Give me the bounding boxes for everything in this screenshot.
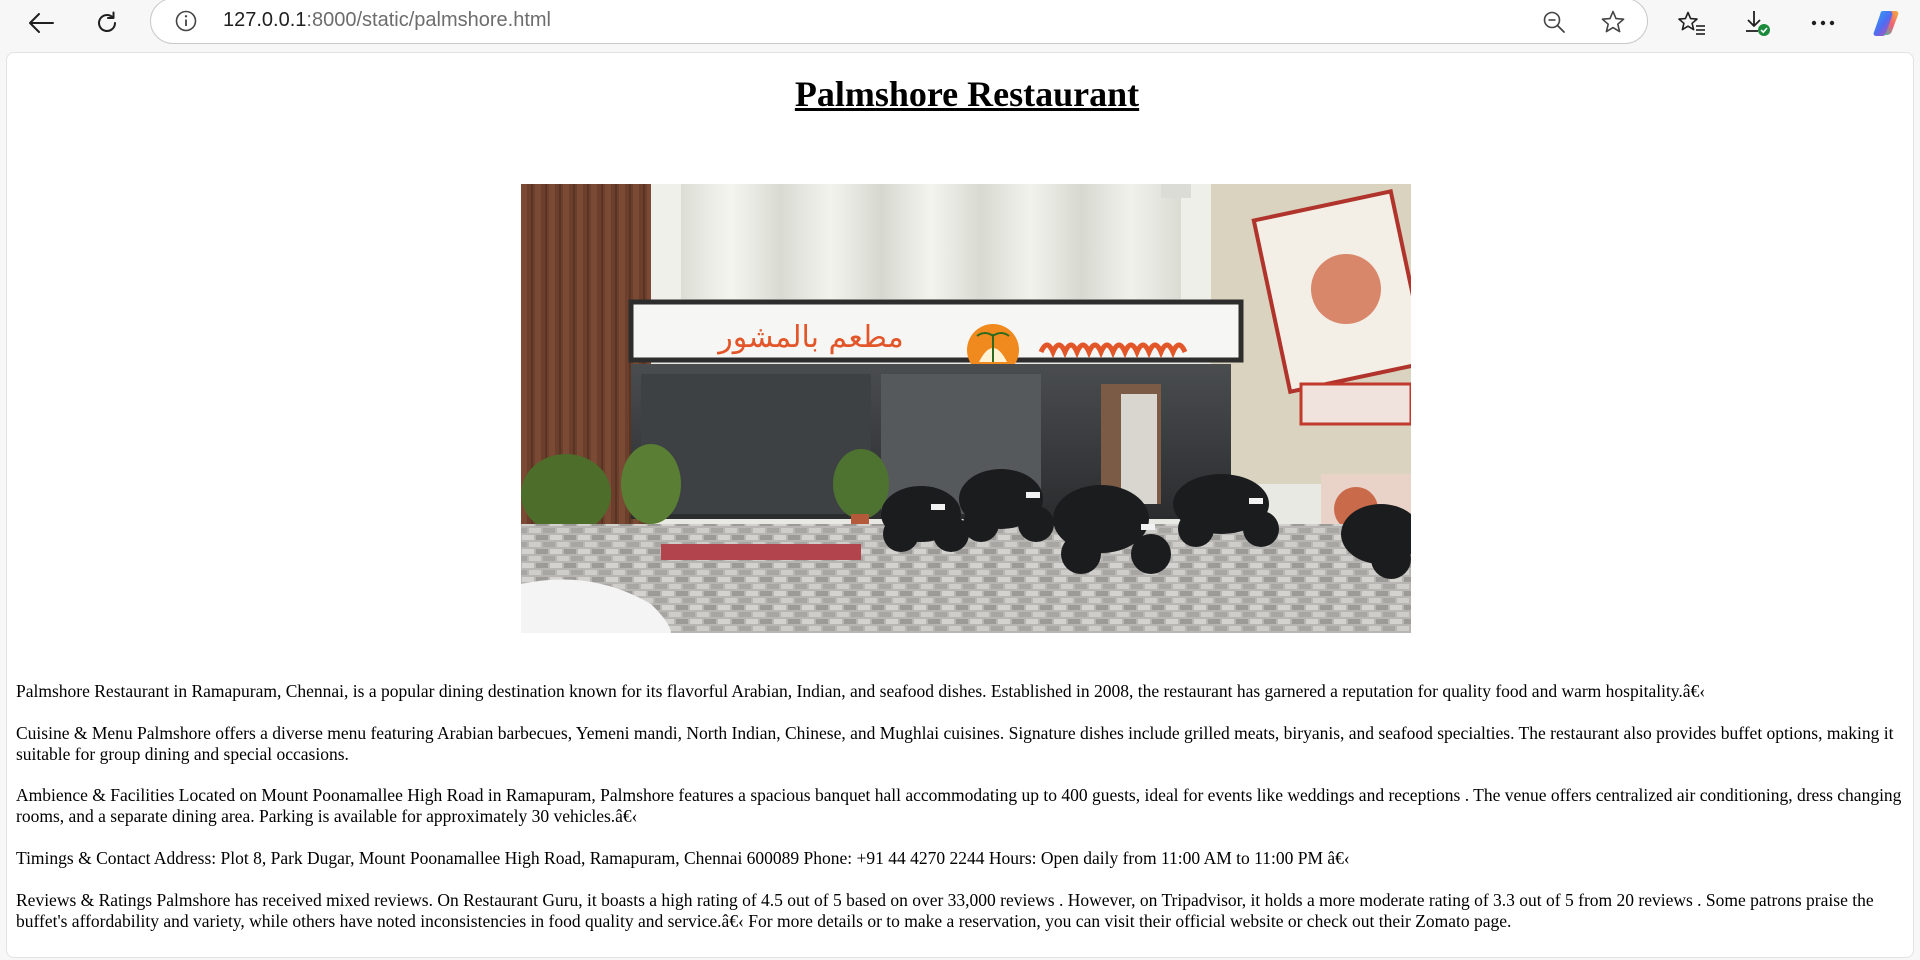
downloads-icon bbox=[1746, 11, 1770, 36]
restaurant-photo: مطعم بالمشور bbox=[521, 184, 1411, 633]
refresh-icon bbox=[98, 11, 116, 32]
back-arrow-icon bbox=[29, 13, 54, 33]
site-info-button[interactable] bbox=[175, 10, 197, 32]
ambience-paragraph: Ambience & Facilities Located on Mount P… bbox=[16, 785, 1902, 826]
address-bar[interactable]: 127.0.0.1:8000/static/palmshore.html bbox=[150, 0, 1648, 44]
back-button[interactable] bbox=[24, 6, 58, 40]
more-menu-button[interactable] bbox=[1806, 6, 1840, 40]
refresh-button[interactable] bbox=[90, 6, 124, 40]
page-title: Palmshore Restaurant bbox=[794, 74, 1140, 114]
browser-toolbar: 127.0.0.1:8000/static/palmshore.html bbox=[0, 0, 1920, 46]
favorites-button[interactable] bbox=[1675, 6, 1709, 40]
site-info-icon bbox=[175, 10, 197, 32]
url-text[interactable]: 127.0.0.1:8000/static/palmshore.html bbox=[223, 9, 551, 32]
page-viewport: Palmshore Restaurant مطعم بالمشور Palmsh… bbox=[6, 52, 1914, 958]
intro-paragraph: Palmshore Restaurant in Ramapuram, Chenn… bbox=[16, 681, 1706, 701]
favorite-star-icon bbox=[1601, 10, 1625, 33]
contact-paragraph: Timings & Contact Address: Plot 8, Park … bbox=[16, 848, 1350, 868]
url-path: :8000/static/palmshore.html bbox=[306, 9, 551, 31]
copilot-button[interactable] bbox=[1869, 6, 1903, 40]
url-host: 127.0.0.1 bbox=[223, 9, 307, 31]
zoom-out-icon bbox=[1543, 11, 1565, 33]
more-menu-icon bbox=[1811, 20, 1835, 26]
cuisine-paragraph: Cuisine & Menu Palmshore offers a divers… bbox=[16, 723, 1894, 764]
sign-arabic-text: مطعم بالمشور bbox=[716, 320, 903, 355]
favorites-list-icon bbox=[1678, 11, 1705, 35]
copilot-icon bbox=[1873, 11, 1899, 36]
zoom-out-button[interactable] bbox=[1539, 7, 1569, 37]
reviews-paragraph: Reviews & Ratings Palmshore has received… bbox=[16, 890, 1874, 931]
downloads-button[interactable] bbox=[1740, 6, 1774, 40]
favorite-button[interactable] bbox=[1598, 7, 1628, 37]
